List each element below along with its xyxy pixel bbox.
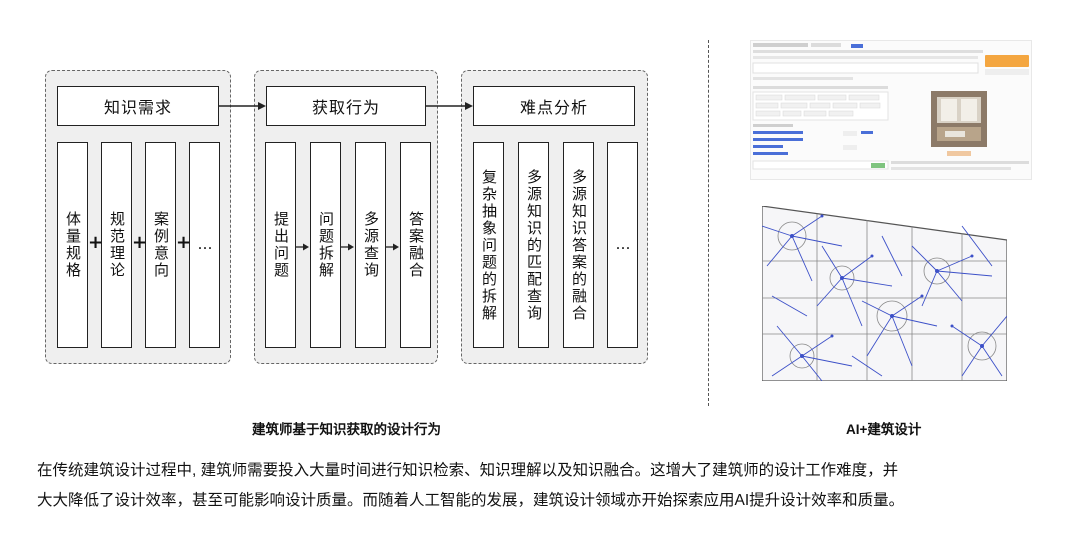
arrow-head-1 bbox=[258, 102, 266, 110]
column-codes-theory: 规范理论 bbox=[101, 142, 132, 348]
col-arrow-2 bbox=[348, 243, 354, 251]
col-arrow-3 bbox=[393, 243, 399, 251]
diagram-caption: 建筑师基于知识获取的设计行为 bbox=[252, 422, 441, 437]
column-decompose: 问题拆解 bbox=[310, 142, 341, 348]
paragraph-line: 大大降低了设计效率，甚至可能影响设计质量。而随着人工智能的发展，建筑设计领域亦开… bbox=[37, 492, 905, 509]
paragraph-line: 在传统建筑设计过程中, 建筑师需要投入大量时间进行知识检索、知识理解以及知识融合… bbox=[37, 462, 899, 479]
column-case-intent: 案例意向 bbox=[145, 142, 176, 348]
description-paragraph: 在传统建筑设计过程中, 建筑师需要投入大量时间进行知识检索、知识理解以及知识融合… bbox=[37, 456, 1057, 516]
column-knowledge-match: 多源知识的匹配查询 bbox=[518, 142, 549, 348]
plus-sign: + bbox=[88, 232, 104, 253]
column-complex-decompose: 复杂抽象问题的拆解 bbox=[473, 142, 504, 348]
column-answer-fusion: 答案融合 bbox=[400, 142, 431, 348]
ai-ui-screenshot bbox=[750, 40, 1032, 180]
column-answer-merge: 多源知识答案的融合 bbox=[563, 142, 594, 348]
generate-button bbox=[985, 55, 1029, 67]
plus-sign: + bbox=[176, 232, 192, 253]
ai-panel-caption: AI+建筑设计 bbox=[846, 422, 922, 437]
column-more: … bbox=[607, 142, 638, 348]
column-more: … bbox=[189, 142, 220, 348]
column-ask-question: 提出问题 bbox=[265, 142, 296, 348]
arrow-head-2 bbox=[465, 102, 473, 110]
ai-floor-plan bbox=[762, 206, 1007, 381]
plus-sign: + bbox=[132, 232, 148, 253]
column-volume-spec: 体量规格 bbox=[57, 142, 88, 348]
col-arrow-1 bbox=[303, 243, 309, 251]
section-divider bbox=[708, 40, 709, 406]
column-multi-query: 多源查询 bbox=[355, 142, 386, 348]
